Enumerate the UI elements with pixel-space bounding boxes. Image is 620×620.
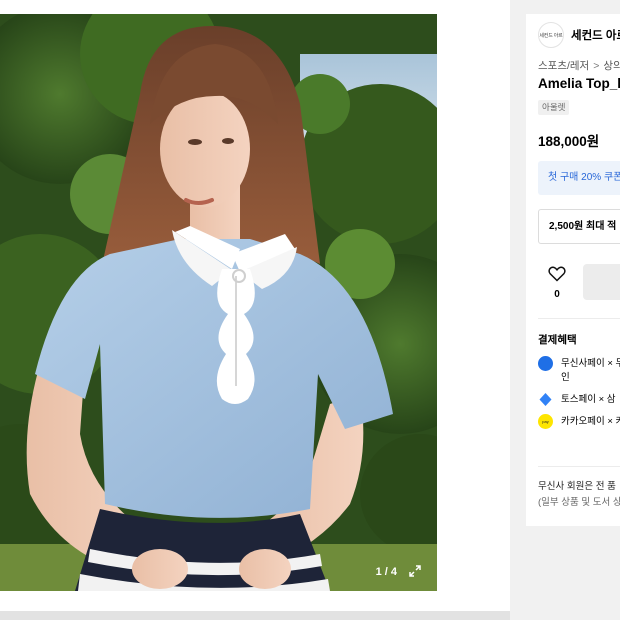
membership-notice-line1: 무신사 회원은 전 품 (538, 481, 616, 492)
brand-name: 세컨드 아르 (571, 30, 620, 42)
expand-icon[interactable] (407, 563, 423, 579)
product-info-panel: 세컨드 아르 세컨드 아르 스포츠/레저 >상의 Amelia Top_l 아울렛… (526, 14, 620, 526)
benefit-musinsapay[interactable]: 무신사페이 × 무 인 (538, 356, 620, 383)
kakaopay-logo-icon: pay (538, 414, 553, 429)
heart-icon (548, 266, 566, 282)
brand-link[interactable]: 세컨드 아르 세컨드 아르 (538, 22, 620, 48)
divider (538, 318, 620, 319)
image-counter: 1 / 4 (375, 566, 397, 578)
breadcrumb-subcategory[interactable]: 상의 (603, 60, 620, 72)
benefit-musinsapay-label: 무신사페이 × 무 (561, 358, 620, 369)
benefit-kakaopay-label: 카카오페이 × 카 (561, 416, 620, 427)
benefit-tosspay-label: 토스페이 × 삼 (561, 394, 616, 405)
breadcrumb: 스포츠/레저 > 상의 (538, 58, 620, 73)
first-purchase-coupon-banner[interactable]: 첫 구매 20% 쿠폰 (538, 161, 620, 195)
membership-notice-line2: (일부 상품 및 도서 상 (538, 497, 620, 508)
benefit-musinsapay-text: 무신사페이 × 무 인 (561, 356, 620, 384)
like-count: 0 (554, 289, 560, 300)
purchase-button[interactable] (583, 264, 620, 300)
product-price: 188,000원 (538, 134, 600, 149)
tosspay-logo-icon (538, 392, 553, 407)
gallery-scroll-track[interactable] (0, 611, 510, 620)
brand-logo: 세컨드 아르 (538, 22, 564, 48)
benefit-tosspay[interactable]: 토스페이 × 삼 (538, 392, 616, 408)
product-photo[interactable]: 1 / 4 (0, 14, 437, 591)
benefit-musinsapay-line2: 인 (561, 372, 570, 383)
benefit-kakaopay[interactable]: pay 카카오페이 × 카 (538, 414, 620, 430)
membership-notice: 무신사 회원은 전 품 (일부 상품 및 도서 상 (538, 479, 620, 511)
musinsapay-logo-icon (538, 356, 553, 371)
payment-benefits-heading: 결제혜택 (538, 334, 577, 346)
product-title: Amelia Top_l (538, 76, 620, 91)
divider (538, 466, 620, 467)
like-button[interactable]: 0 (548, 266, 566, 300)
breadcrumb-category[interactable]: 스포츠/레저 (538, 60, 589, 72)
model-photo-image (0, 14, 437, 591)
product-gallery: 1 / 4 (0, 0, 510, 620)
outlet-badge: 아울렛 (538, 100, 570, 115)
max-points-box[interactable]: 2,500원 최대 적 (538, 209, 620, 244)
breadcrumb-separator: > (593, 60, 600, 72)
